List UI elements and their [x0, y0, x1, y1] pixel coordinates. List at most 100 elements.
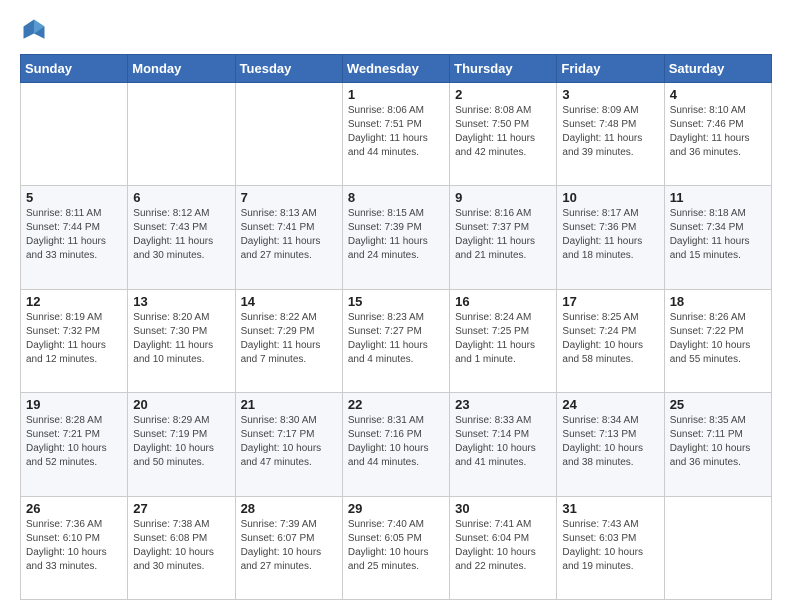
day-info: Sunrise: 8:13 AM Sunset: 7:41 PM Dayligh… — [241, 207, 337, 263]
day-number: 22 — [348, 397, 444, 412]
calendar-cell: 1 Sunrise: 8:06 AM Sunset: 7:51 PM Daylig… — [342, 83, 449, 186]
calendar-cell: 26 Sunrise: 7:36 AM Sunset: 6:10 PM Dayli… — [21, 496, 128, 599]
day-number: 2 — [455, 87, 551, 102]
day-info: Sunrise: 8:10 AM Sunset: 7:46 PM Dayligh… — [670, 104, 766, 160]
calendar-cell — [235, 83, 342, 186]
day-number: 21 — [241, 397, 337, 412]
calendar-cell — [128, 83, 235, 186]
day-number: 15 — [348, 294, 444, 309]
day-info: Sunrise: 7:43 AM Sunset: 6:03 PM Dayligh… — [562, 518, 658, 574]
page: SundayMondayTuesdayWednesdayThursdayFrid… — [0, 0, 792, 612]
day-number: 27 — [133, 501, 229, 516]
calendar-week-row: 1 Sunrise: 8:06 AM Sunset: 7:51 PM Daylig… — [21, 83, 772, 186]
calendar-cell: 22 Sunrise: 8:31 AM Sunset: 7:16 PM Dayli… — [342, 393, 449, 496]
calendar-header-friday: Friday — [557, 55, 664, 83]
calendar-week-row: 19 Sunrise: 8:28 AM Sunset: 7:21 PM Dayli… — [21, 393, 772, 496]
day-info: Sunrise: 8:24 AM Sunset: 7:25 PM Dayligh… — [455, 311, 551, 367]
day-info: Sunrise: 8:34 AM Sunset: 7:13 PM Dayligh… — [562, 414, 658, 470]
day-number: 23 — [455, 397, 551, 412]
day-number: 28 — [241, 501, 337, 516]
calendar-cell: 10Sunrise: 8:17 AM Sunset: 7:36 PM Dayli… — [557, 186, 664, 289]
day-info: Sunrise: 8:06 AM Sunset: 7:51 PM Dayligh… — [348, 104, 444, 160]
day-info: Sunrise: 7:40 AM Sunset: 6:05 PM Dayligh… — [348, 518, 444, 574]
day-number: 12 — [26, 294, 122, 309]
calendar-cell: 6 Sunrise: 8:12 AM Sunset: 7:43 PM Daylig… — [128, 186, 235, 289]
calendar-cell: 5 Sunrise: 8:11 AM Sunset: 7:44 PM Daylig… — [21, 186, 128, 289]
day-number: 8 — [348, 190, 444, 205]
calendar-table: SundayMondayTuesdayWednesdayThursdayFrid… — [20, 54, 772, 600]
calendar-cell: 16 Sunrise: 8:24 AM Sunset: 7:25 PM Dayli… — [450, 289, 557, 392]
calendar-cell: 31 Sunrise: 7:43 AM Sunset: 6:03 PM Dayli… — [557, 496, 664, 599]
calendar-header-row: SundayMondayTuesdayWednesdayThursdayFrid… — [21, 55, 772, 83]
calendar-cell: 25 Sunrise: 8:35 AM Sunset: 7:11 PM Dayli… — [664, 393, 771, 496]
calendar-cell: 2 Sunrise: 8:08 AM Sunset: 7:50 PM Daylig… — [450, 83, 557, 186]
day-info: Sunrise: 8:11 AM Sunset: 7:44 PM Dayligh… — [26, 207, 122, 263]
day-info: Sunrise: 8:08 AM Sunset: 7:50 PM Dayligh… — [455, 104, 551, 160]
day-info: Sunrise: 8:15 AM Sunset: 7:39 PM Dayligh… — [348, 207, 444, 263]
calendar-cell: 11Sunrise: 8:18 AM Sunset: 7:34 PM Dayli… — [664, 186, 771, 289]
calendar-header-tuesday: Tuesday — [235, 55, 342, 83]
day-number: 25 — [670, 397, 766, 412]
calendar-cell: 8 Sunrise: 8:15 AM Sunset: 7:39 PM Daylig… — [342, 186, 449, 289]
day-number: 9 — [455, 190, 551, 205]
calendar-header-sunday: Sunday — [21, 55, 128, 83]
day-info: Sunrise: 8:28 AM Sunset: 7:21 PM Dayligh… — [26, 414, 122, 470]
day-number: 19 — [26, 397, 122, 412]
day-number: 13 — [133, 294, 229, 309]
calendar-cell: 3 Sunrise: 8:09 AM Sunset: 7:48 PM Daylig… — [557, 83, 664, 186]
calendar-cell: 19 Sunrise: 8:28 AM Sunset: 7:21 PM Dayli… — [21, 393, 128, 496]
logo — [20, 16, 52, 44]
day-number: 17 — [562, 294, 658, 309]
day-info: Sunrise: 8:23 AM Sunset: 7:27 PM Dayligh… — [348, 311, 444, 367]
calendar-cell: 4 Sunrise: 8:10 AM Sunset: 7:46 PM Daylig… — [664, 83, 771, 186]
day-info: Sunrise: 8:17 AM Sunset: 7:36 PM Dayligh… — [562, 207, 658, 263]
day-number: 20 — [133, 397, 229, 412]
calendar-header-saturday: Saturday — [664, 55, 771, 83]
day-info: Sunrise: 7:38 AM Sunset: 6:08 PM Dayligh… — [133, 518, 229, 574]
day-info: Sunrise: 7:39 AM Sunset: 6:07 PM Dayligh… — [241, 518, 337, 574]
day-info: Sunrise: 8:35 AM Sunset: 7:11 PM Dayligh… — [670, 414, 766, 470]
calendar-header-thursday: Thursday — [450, 55, 557, 83]
calendar-cell — [21, 83, 128, 186]
calendar-cell: 12Sunrise: 8:19 AM Sunset: 7:32 PM Dayli… — [21, 289, 128, 392]
day-number: 5 — [26, 190, 122, 205]
calendar-cell: 23Sunrise: 8:33 AM Sunset: 7:14 PM Dayli… — [450, 393, 557, 496]
calendar-cell: 15 Sunrise: 8:23 AM Sunset: 7:27 PM Dayli… — [342, 289, 449, 392]
calendar-cell: 20 Sunrise: 8:29 AM Sunset: 7:19 PM Dayli… — [128, 393, 235, 496]
calendar-cell: 9Sunrise: 8:16 AM Sunset: 7:37 PM Daylig… — [450, 186, 557, 289]
day-number: 18 — [670, 294, 766, 309]
calendar-header-monday: Monday — [128, 55, 235, 83]
day-info: Sunrise: 8:29 AM Sunset: 7:19 PM Dayligh… — [133, 414, 229, 470]
day-info: Sunrise: 7:36 AM Sunset: 6:10 PM Dayligh… — [26, 518, 122, 574]
day-number: 26 — [26, 501, 122, 516]
day-number: 29 — [348, 501, 444, 516]
calendar-cell: 13 Sunrise: 8:20 AM Sunset: 7:30 PM Dayli… — [128, 289, 235, 392]
day-number: 31 — [562, 501, 658, 516]
day-info: Sunrise: 8:12 AM Sunset: 7:43 PM Dayligh… — [133, 207, 229, 263]
calendar-week-row: 12Sunrise: 8:19 AM Sunset: 7:32 PM Dayli… — [21, 289, 772, 392]
day-number: 14 — [241, 294, 337, 309]
day-info: Sunrise: 8:25 AM Sunset: 7:24 PM Dayligh… — [562, 311, 658, 367]
calendar-cell: 21 Sunrise: 8:30 AM Sunset: 7:17 PM Dayli… — [235, 393, 342, 496]
day-number: 1 — [348, 87, 444, 102]
day-number: 16 — [455, 294, 551, 309]
calendar-cell: 17 Sunrise: 8:25 AM Sunset: 7:24 PM Dayli… — [557, 289, 664, 392]
calendar-cell: 27 Sunrise: 7:38 AM Sunset: 6:08 PM Dayli… — [128, 496, 235, 599]
day-number: 3 — [562, 87, 658, 102]
day-info: Sunrise: 8:20 AM Sunset: 7:30 PM Dayligh… — [133, 311, 229, 367]
calendar-cell: 18Sunrise: 8:26 AM Sunset: 7:22 PM Dayli… — [664, 289, 771, 392]
calendar-cell: 28 Sunrise: 7:39 AM Sunset: 6:07 PM Dayli… — [235, 496, 342, 599]
day-info: Sunrise: 8:31 AM Sunset: 7:16 PM Dayligh… — [348, 414, 444, 470]
day-info: Sunrise: 8:09 AM Sunset: 7:48 PM Dayligh… — [562, 104, 658, 160]
day-number: 11 — [670, 190, 766, 205]
day-info: Sunrise: 8:30 AM Sunset: 7:17 PM Dayligh… — [241, 414, 337, 470]
day-info: Sunrise: 8:22 AM Sunset: 7:29 PM Dayligh… — [241, 311, 337, 367]
calendar-week-row: 5 Sunrise: 8:11 AM Sunset: 7:44 PM Daylig… — [21, 186, 772, 289]
logo-icon — [20, 16, 48, 44]
day-number: 6 — [133, 190, 229, 205]
calendar-week-row: 26 Sunrise: 7:36 AM Sunset: 6:10 PM Dayli… — [21, 496, 772, 599]
calendar-cell: 29 Sunrise: 7:40 AM Sunset: 6:05 PM Dayli… — [342, 496, 449, 599]
calendar-cell — [664, 496, 771, 599]
day-number: 4 — [670, 87, 766, 102]
calendar-cell: 24Sunrise: 8:34 AM Sunset: 7:13 PM Dayli… — [557, 393, 664, 496]
